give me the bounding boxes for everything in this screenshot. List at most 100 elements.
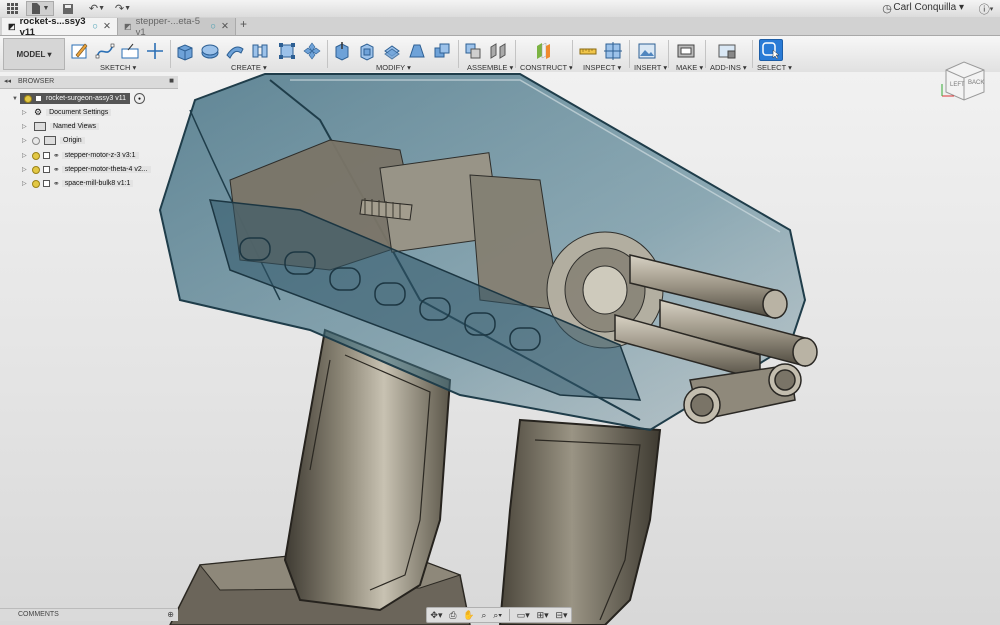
construct-menu[interactable]: CONSTRUCT ▾ xyxy=(520,63,573,72)
press-pull-icon[interactable] xyxy=(332,41,352,61)
add-comment-icon[interactable]: ⊕ xyxy=(167,610,174,619)
sweep-icon[interactable] xyxy=(225,41,245,61)
expand-icon[interactable]: ▷ xyxy=(22,109,30,116)
offset-plane-icon[interactable] xyxy=(533,41,553,61)
tree-item-stepper-motor-z[interactable]: ▷ ⚭ stepper-motor-z-3 v3:1 xyxy=(22,150,139,161)
app-grid-icon[interactable] xyxy=(4,1,20,16)
pan-icon[interactable]: ✋ xyxy=(463,610,474,621)
modify-menu[interactable]: MODIFY ▾ xyxy=(376,63,411,72)
activate-radio-icon[interactable]: ● xyxy=(134,93,146,104)
job-status-icon[interactable]: ◷ xyxy=(880,1,894,16)
display-settings-icon[interactable]: ▭▾ xyxy=(517,610,530,621)
viewports-icon[interactable]: ⊟▾ xyxy=(555,610,567,621)
expand-icon[interactable]: ▷ xyxy=(22,180,30,187)
fit-icon[interactable]: ⌕▾ xyxy=(493,610,502,621)
tree-root[interactable]: ▼ rocket-surgeon-assy3 v11 ● xyxy=(12,93,146,104)
extrude-icon[interactable] xyxy=(175,41,195,61)
scripts-addins-icon[interactable] xyxy=(717,41,737,61)
look-at-icon[interactable]: ⎙ xyxy=(449,610,456,621)
toolbar: MODEL ▾ SKETCH ▾ CREATE ▾ MODIFY ▾ ASSEM… xyxy=(0,36,1000,73)
assemble-menu[interactable]: ASSEMBLE ▾ xyxy=(467,63,513,72)
comments-title: COMMENTS xyxy=(18,611,59,618)
zoom-icon[interactable]: ⌕ xyxy=(481,610,486,621)
grid-settings-icon[interactable]: ⊞▾ xyxy=(537,610,549,621)
link-icon: ⚭ xyxy=(53,151,60,160)
tree-item-space-mill-bulk[interactable]: ▷ ⚭ space-mill-bulk8 v1:1 xyxy=(22,178,134,189)
orbit-icon[interactable]: ✥▾ xyxy=(430,610,442,621)
document-tab[interactable]: ◩ stepper-...eta-5 v1 ○ ✕ xyxy=(118,16,236,38)
create-sketch-icon[interactable] xyxy=(70,41,90,61)
root-node[interactable]: rocket-surgeon-assy3 v11 xyxy=(20,93,131,104)
component-icon xyxy=(35,95,42,102)
insert-image-icon[interactable] xyxy=(637,41,657,61)
add-ins-menu[interactable]: ADD-INS ▾ xyxy=(710,63,747,72)
visibility-bulb-icon[interactable] xyxy=(32,165,40,174)
viewcube-side-face[interactable]: BACK xyxy=(968,80,984,86)
draft-icon[interactable] xyxy=(407,41,427,61)
save-icon[interactable] xyxy=(60,1,76,16)
new-component-icon[interactable] xyxy=(463,41,483,61)
workspace-switcher[interactable]: MODEL ▾ xyxy=(3,38,65,70)
expand-icon[interactable]: ▷ xyxy=(22,152,30,159)
visibility-bulb-icon[interactable] xyxy=(32,151,40,160)
new-tab-button[interactable]: + xyxy=(240,17,247,31)
tab-doc-icon: ◩ xyxy=(124,22,132,31)
visibility-bulb-icon[interactable] xyxy=(32,136,40,145)
revolve-icon[interactable] xyxy=(200,41,220,61)
visibility-bulb-icon[interactable] xyxy=(32,179,40,188)
expand-icon[interactable]: ▷ xyxy=(22,137,30,144)
toolbar-divider xyxy=(515,40,516,68)
browser-panel-header[interactable]: ◂◂ BROWSER ■ xyxy=(0,76,178,89)
3d-print-icon[interactable] xyxy=(676,41,696,61)
select-menu[interactable]: SELECT ▾ xyxy=(757,63,792,72)
expand-icon[interactable]: ▷ xyxy=(22,123,30,130)
tree-item-stepper-motor-theta[interactable]: ▷ ⚭ stepper-motor-theta-4 v2... xyxy=(22,164,151,175)
shell-icon[interactable] xyxy=(382,41,402,61)
stop-sketch-icon[interactable] xyxy=(120,41,140,61)
loft-icon[interactable] xyxy=(250,41,270,61)
combine-icon[interactable] xyxy=(432,41,452,61)
undo-icon[interactable]: ↶ ▼ xyxy=(86,1,108,16)
toolbar-divider xyxy=(458,40,459,68)
tree-item-origin[interactable]: ▷ Origin xyxy=(22,135,85,146)
viewcube-icon[interactable]: LEFT BACK xyxy=(934,50,994,110)
comments-panel-header[interactable]: COMMENTS ⊕ xyxy=(0,608,178,621)
form-icon[interactable] xyxy=(277,41,297,61)
tree-item-document-settings[interactable]: ▷ ⚙ Document Settings xyxy=(22,107,112,118)
fillet-icon[interactable] xyxy=(357,41,377,61)
visibility-bulb-icon[interactable] xyxy=(24,94,32,103)
user-menu[interactable]: Carl Conquilla ▾ xyxy=(893,2,964,13)
expand-icon[interactable]: ▼ xyxy=(12,96,20,102)
select-tool-button[interactable] xyxy=(759,39,783,61)
viewcube-front-face[interactable]: LEFT xyxy=(950,82,965,88)
make-menu[interactable]: MAKE ▾ xyxy=(676,63,703,72)
tree-item-label: Origin xyxy=(60,137,85,144)
toolbar-divider xyxy=(327,40,328,68)
help-icon[interactable]: ⓘ ▾ xyxy=(976,1,996,16)
collapse-browser-icon[interactable]: ◂◂ xyxy=(4,77,11,85)
tree-item-label: space-mill-bulk8 v1:1 xyxy=(61,180,134,187)
close-tab-icon[interactable]: ✕ xyxy=(103,21,111,32)
tab-status-icon: ○ xyxy=(92,21,99,32)
expand-icon[interactable]: ▷ xyxy=(22,166,30,173)
inspect-menu[interactable]: INSPECT ▾ xyxy=(583,63,621,72)
spline-icon[interactable] xyxy=(95,41,115,61)
tab-status-icon: ○ xyxy=(210,21,217,32)
create-menu[interactable]: CREATE ▾ xyxy=(231,63,267,72)
3d-canvas[interactable]: LEFT BACK xyxy=(0,61,1000,625)
joint-icon[interactable] xyxy=(488,41,508,61)
tree-item-named-views[interactable]: ▷ Named Views xyxy=(22,121,100,132)
sketch-menu[interactable]: SKETCH ▾ xyxy=(100,63,136,72)
measure-icon[interactable] xyxy=(578,41,598,61)
redo-icon[interactable]: ↷ ▼ xyxy=(112,1,134,16)
pin-icon[interactable]: ■ xyxy=(169,76,174,85)
close-tab-icon[interactable]: ✕ xyxy=(221,21,229,32)
document-tab-active[interactable]: ◩ rocket-s...ssy3 v11 ○ ✕ xyxy=(2,16,118,38)
insert-menu[interactable]: INSERT ▾ xyxy=(634,63,667,72)
component-icon xyxy=(43,166,50,173)
file-icon[interactable]: ▼ xyxy=(26,1,54,16)
rocket-surgeon-model[interactable] xyxy=(0,72,1000,625)
section-analysis-icon[interactable] xyxy=(603,41,623,61)
pattern-icon[interactable] xyxy=(302,41,322,61)
point-icon[interactable] xyxy=(145,41,165,61)
